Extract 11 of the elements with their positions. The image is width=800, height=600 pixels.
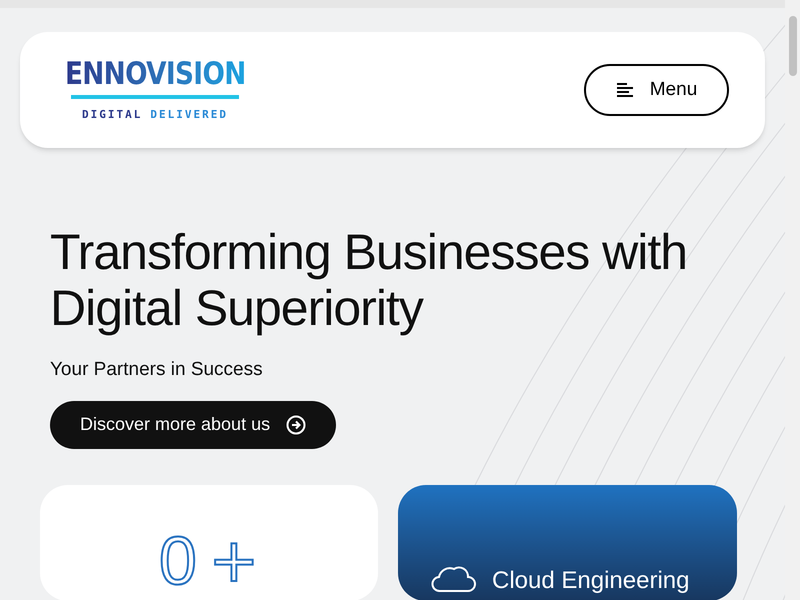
arrow-circle-icon (286, 414, 306, 434)
menu-button[interactable]: Menu (584, 64, 729, 116)
logo-tagline: DELIVERED (150, 106, 228, 123)
stat-value: 0 (158, 524, 197, 596)
hero-subtitle: Your Partners in Success (50, 358, 264, 382)
logo-tagline: DIGITAL (82, 106, 142, 123)
discover-button[interactable]: Discover more about us (50, 400, 336, 448)
hero-title: Transforming Businesses with Digital Superiority (50, 224, 688, 336)
menu-icon (616, 82, 634, 98)
stat-suffix: + (208, 524, 260, 596)
service-title: Cloud Engineering (492, 566, 690, 596)
